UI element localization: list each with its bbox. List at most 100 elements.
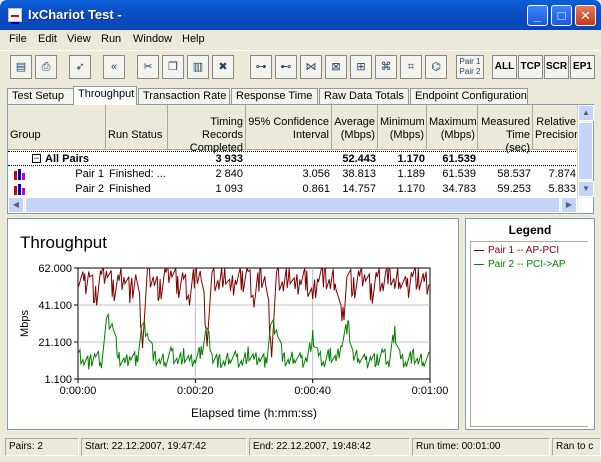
header-max-line-2: (Mbps) [440,129,475,141]
copy-icon[interactable]: ❐ [162,55,184,79]
group-icon[interactable]: ⌗ [400,55,422,79]
header-avg-line-1: Average [334,116,375,128]
header-relative-precision[interactable]: Relative Precision [533,105,580,150]
legend-list: Pair 1 -- AP-PCI Pair 2 -- PCI->AP [470,241,588,427]
header-timing-line-1: Timing Records [202,116,243,141]
menu-help[interactable]: Help [182,33,205,45]
table-row-all-pairs[interactable]: − All Pairs 3 933 52.443 1.170 61.539 [8,151,578,166]
table-row-pair-2[interactable]: Pair 2 Finished 1 093 0.861 14.757 1.170… [8,182,578,197]
pair-bars-icon [14,169,26,180]
toolbar: ▤ ⎙ ➶ « ✂ ❐ ▥ ✖ ⊶ ⊷ ⋈ ⊠ ⊞ ⌘ ⌗ ⌬ Pair 1 P… [0,50,601,82]
all-pairs-label: All Pairs [45,153,90,165]
print-icon[interactable]: ⎙ [35,55,57,79]
x-tick-label: 0:00:00 [60,385,97,397]
header-conf-line-1: 95% Confidence [248,116,329,128]
link-icon[interactable]: ⌘ [375,55,397,79]
menu-file[interactable]: File [9,33,27,45]
all-pairs-records: 3 933 [215,153,243,165]
pair-1-precision: 7.874 [548,168,576,180]
close-button[interactable]: ✕ [575,5,596,26]
status-bar: Pairs: 2 Start: 22.12.2007, 19:47:42 End… [0,436,601,462]
header-timing-records[interactable]: Timing Records Completed [168,105,246,154]
x-tick-label: 0:01:00 [412,385,449,397]
pair-toggle-line-2: Pair 2 [459,67,481,76]
pair-bars-icon [14,184,26,195]
title-bar: IxChariot Test - _ □ ✕ [0,0,601,30]
menu-run[interactable]: Run [101,33,121,45]
pair-1-group: Pair 1 [75,168,104,180]
legend-item-pair-1[interactable]: Pair 1 -- AP-PCI [474,245,559,256]
x-axis-label: Elapsed time (h:mm:ss) [191,406,317,420]
horizontal-scroll-thumb[interactable] [25,197,560,213]
scroll-left-icon[interactable]: ◀ [8,197,24,213]
tab-raw-data-totals[interactable]: Raw Data Totals [319,88,409,104]
legend-swatch-pair-2 [474,263,484,265]
multi-pair-icon[interactable]: ⊷ [275,55,297,79]
endpoint-icon[interactable]: ⋈ [300,55,322,79]
vertical-scroll-thumb[interactable] [578,122,593,180]
pair-2-average: 14.757 [342,183,376,195]
pair-2-minimum: 1.170 [397,183,425,195]
delete-icon[interactable]: ✖ [212,55,234,79]
table-row-pair-1[interactable]: Pair 1 Finished: ... 2 840 3.056 38.813 … [8,167,578,182]
collapse-icon[interactable]: − [32,154,41,163]
header-confidence[interactable]: 95% Confidence Interval [246,105,332,150]
app-icon[interactable] [8,8,22,24]
header-group[interactable]: Group [8,105,106,150]
status-ran: Ran to c [552,438,601,456]
legend-label-pair-1: Pair 1 -- AP-PCI [488,245,560,256]
pair-icon[interactable]: ⊶ [250,55,272,79]
y-tick-label: 21.100 [38,337,72,349]
y-tick-label: 41.100 [38,300,72,312]
menu-window[interactable]: Window [133,33,172,45]
pair-1-average: 38.813 [342,168,376,180]
pair-2-precision: 5.833 [548,183,576,195]
menu-edit[interactable]: Edit [38,33,57,45]
new-file-icon[interactable]: ▤ [10,55,32,79]
filter-scr-button[interactable]: SCR [544,55,569,79]
legend-panel: Legend Pair 1 -- AP-PCI Pair 2 -- PCI->A… [465,218,595,430]
filter-ep1-button[interactable]: EP1 [570,55,595,79]
header-conf-line-2: Interval [292,129,329,141]
run-icon[interactable]: ➶ [69,55,91,79]
filter-all-button[interactable]: ALL [492,55,517,79]
cut-icon[interactable]: ✂ [137,55,159,79]
tab-test-setup[interactable]: Test Setup [7,88,74,104]
filter-tcp-button[interactable]: TCP [518,55,543,79]
network-icon[interactable]: ⊠ [325,55,347,79]
paste-icon[interactable]: ▥ [187,55,209,79]
pair-toggle-button[interactable]: Pair 1 Pair 2 [456,55,484,79]
header-maximum[interactable]: Maximum (Mbps) [427,105,478,150]
pair-1-measured: 58.537 [497,168,531,180]
status-runtime: Run time: 00:01:00 [412,438,550,456]
status-pairs: Pairs: 2 [5,438,79,456]
scroll-right-icon[interactable]: ▶ [561,197,577,213]
minimize-button[interactable]: _ [527,5,548,26]
maximize-button[interactable]: □ [551,5,572,26]
legend-item-pair-2[interactable]: Pair 2 -- PCI->AP [474,259,566,270]
tab-endpoint-configuration[interactable]: Endpoint Configuration [410,88,528,104]
pair-2-records: 1 093 [215,183,243,195]
tab-strip: Test Setup Throughput Transaction Rate R… [0,86,601,105]
grid-header: Group Run Status Timing Records Complete… [8,105,580,154]
all-pairs-maximum: 61.539 [442,153,476,165]
header-average[interactable]: Average (Mbps) [332,105,378,150]
pair-2-measured: 59.253 [497,183,531,195]
tab-throughput[interactable]: Throughput [73,86,137,105]
header-measured-time[interactable]: Measured Time (sec) [478,105,533,154]
grid-vertical-scrollbar[interactable]: ▲ ▼ [577,105,594,198]
tab-transaction-rate[interactable]: Transaction Rate [138,88,230,104]
grid-horizontal-scrollbar[interactable]: ◀ ▶ [8,197,578,213]
tab-response-time[interactable]: Response Time [231,88,318,104]
scroll-down-icon[interactable]: ▼ [578,181,594,197]
mesh-icon[interactable]: ⊞ [350,55,372,79]
header-run-status[interactable]: Run Status [106,105,168,150]
menu-view[interactable]: View [67,33,91,45]
header-max-line-1: Maximum [429,116,477,128]
header-min-line-1: Minimum [380,116,425,128]
pair-1-confidence: 3.056 [302,168,330,180]
broadcast-icon[interactable]: ⌬ [425,55,447,79]
scroll-up-icon[interactable]: ▲ [578,105,594,121]
rewind-icon[interactable]: « [103,55,125,79]
header-minimum[interactable]: Minimum (Mbps) [378,105,427,150]
